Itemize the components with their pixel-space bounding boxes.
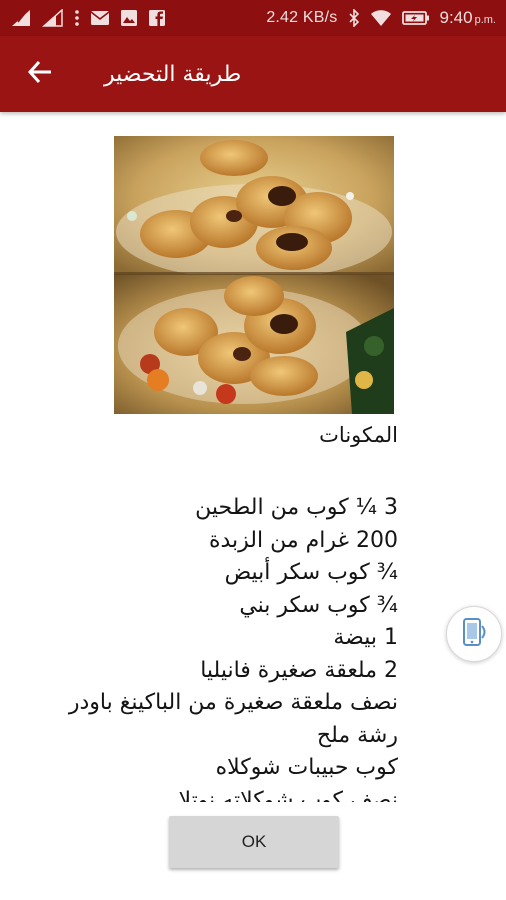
bluetooth-icon	[348, 9, 360, 27]
floating-action-button[interactable]	[446, 606, 502, 662]
ingredient-line: 1 بيضة	[333, 625, 398, 650]
recipe-text: المكونات 3 ¼ كوب من الطحين 200 غرام من ا…	[0, 418, 398, 802]
signal-icon	[10, 9, 32, 27]
ingredient-line: كوب حبيبات شوكلاه	[215, 755, 398, 780]
ingredient-line: ¾ كوب سكر بني	[239, 592, 398, 618]
back-button[interactable]	[16, 50, 64, 98]
ingredient-line: نصف ملعقة صغيرة من الباكينغ باودر	[68, 690, 398, 715]
ingredient-line: نصف كوب شوكلاته نوتلا	[178, 787, 398, 803]
mail-icon	[90, 10, 110, 26]
signal-icon	[42, 9, 64, 27]
ingredient-line: ¾ كوب سكر أبيض	[224, 560, 398, 585]
status-time: 9:40	[439, 8, 473, 27]
ingredient-line: 200 غرام من الزبدة	[208, 527, 398, 553]
ingredient-line: 2 ملعقة صغيرة فانيليا	[200, 657, 398, 683]
page-title: طريقة التحضير	[104, 61, 242, 87]
status-ampm: p.m.	[474, 14, 496, 26]
phone-transfer-icon	[460, 617, 488, 651]
status-left-group	[10, 9, 166, 27]
ingredients-heading: المكونات	[319, 423, 398, 447]
more-vertical-icon	[74, 9, 80, 27]
ingredient-line: رشة ملح	[316, 722, 398, 748]
facebook-icon	[148, 9, 166, 27]
status-bar: 2.42 KB/s 9:40 p.m.	[0, 0, 506, 36]
app-bar: طريقة التحضير	[0, 36, 506, 112]
battery-charging-icon	[401, 10, 430, 26]
ok-button[interactable]: OK	[169, 816, 339, 868]
network-speed: 2.42 KB/s	[266, 9, 338, 26]
wifi-icon	[370, 9, 392, 27]
status-right-group: 2.42 KB/s 9:40 p.m.	[266, 8, 496, 28]
image-icon	[120, 9, 138, 27]
clock: 9:40 p.m.	[440, 8, 497, 28]
arrow-left-icon	[27, 59, 53, 89]
recipe-content[interactable]: المكونات 3 ¼ كوب من الطحين 200 غرام من ا…	[0, 112, 506, 802]
recipe-image	[114, 136, 394, 414]
ingredient-line: 3 ¼ كوب من الطحين	[195, 495, 398, 520]
